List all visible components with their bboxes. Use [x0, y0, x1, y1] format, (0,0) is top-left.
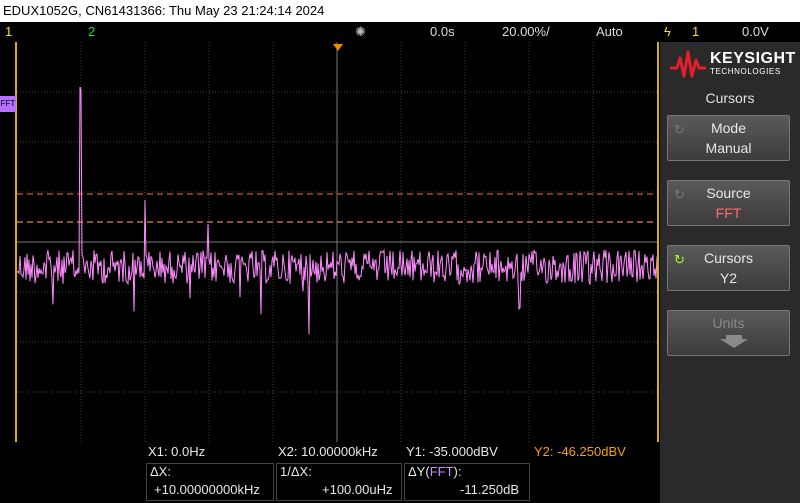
logo-sub-text: TECHNOLOGIES	[710, 67, 781, 76]
timebase-readout: 20.00%/	[502, 24, 550, 39]
trigger-mode: Auto	[596, 24, 623, 39]
channel-2-indicator[interactable]: 2	[88, 22, 95, 42]
run-status-icon: ✺	[355, 24, 366, 39]
x2-readout: X2: 10.00000kHz	[278, 444, 378, 459]
channel-1-indicator[interactable]: 1	[5, 22, 12, 42]
fft-ground-marker[interactable]: FFT	[0, 96, 16, 112]
delay-readout: 0.0s	[430, 24, 455, 39]
trigger-position-marker[interactable]	[333, 44, 343, 51]
softkey-value: Y2	[719, 270, 738, 286]
softkey-label: Mode	[710, 120, 747, 136]
source-softkey[interactable]: ↻ Source FFT	[667, 180, 790, 226]
window-title: EDUX1052G, CN61431366: Thu May 23 21:24:…	[0, 0, 800, 22]
submenu-arrow-icon	[720, 339, 748, 348]
softkey-label: Source	[706, 185, 751, 201]
delta-y-value: -11.250dB	[460, 482, 520, 497]
logo-brand-text: KEYSIGHT	[710, 50, 796, 67]
cursor-readout: X1: 0.0Hz X2: 10.00000kHz Y1: -35.000dBV…	[0, 442, 660, 503]
inverse-delta-x-value: +100.00uHz	[322, 482, 393, 497]
inverse-delta-x-label: 1/ΔX:	[280, 464, 312, 479]
keysight-logo-icon	[670, 50, 706, 78]
delta-y-label: ΔY(FFT):	[408, 464, 462, 479]
trigger-level: 0.0V	[742, 24, 769, 39]
right-screen-edge	[657, 42, 659, 442]
trigger-edge-icon: ϟ	[664, 24, 671, 39]
menu-title: Cursors	[705, 90, 755, 106]
cursors-softkey[interactable]: ↻ Cursors Y2	[667, 245, 790, 291]
y1-readout: Y1: -35.000dBV	[406, 444, 498, 459]
mode-softkey[interactable]: ↻ Mode Manual	[667, 115, 790, 161]
softkey-value: Manual	[705, 140, 752, 156]
delta-x-value: +10.00000000kHz	[154, 482, 260, 497]
softkey-label: Cursors	[703, 250, 753, 266]
graticule	[17, 42, 657, 442]
delta-x-label: ΔX:	[150, 464, 171, 479]
x1-readout: X1: 0.0Hz	[148, 444, 206, 459]
waveform-display[interactable]	[17, 42, 657, 442]
softkey-value: FFT	[715, 205, 742, 221]
trigger-channel: 1	[692, 24, 700, 39]
softkey-label: Units	[712, 315, 745, 331]
units-softkey[interactable]: Units	[667, 310, 790, 356]
status-bar: 1 2 ✺ 0.0s 20.00%/ Auto ϟ 1 0.0V	[0, 22, 800, 42]
y2-readout: Y2: -46.250dBV	[534, 444, 626, 459]
